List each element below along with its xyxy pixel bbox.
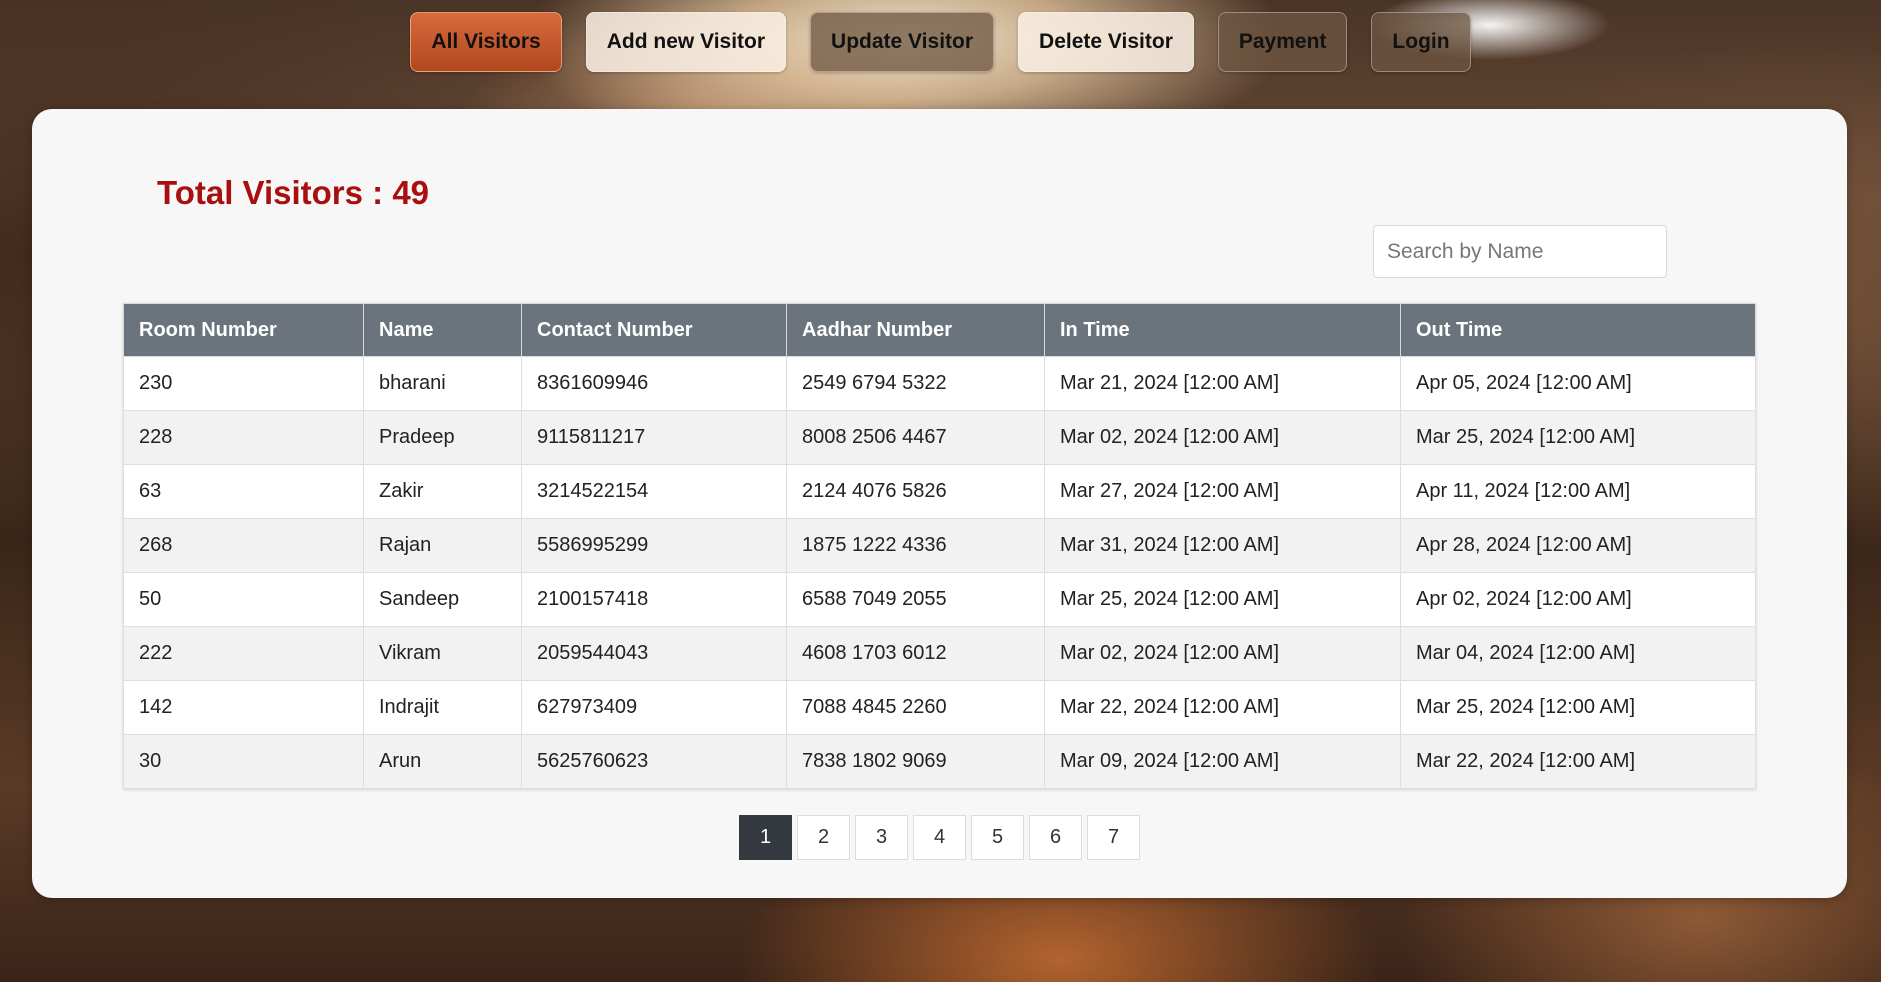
top-nav: All Visitors Add new Visitor Update Visi… xyxy=(0,12,1881,72)
table-body: 230 bharani 8361609946 2549 6794 5322 Mar 21… xyxy=(123,356,1756,789)
page-button-1[interactable]: 1 xyxy=(739,815,792,860)
out-time-cell: Mar 25, 2024 [12:00 AM] xyxy=(1400,410,1756,465)
table-header-row: Room Number Name Contact Number Aadhar N… xyxy=(123,303,1756,357)
name-cell: bharani xyxy=(363,356,522,411)
visitors-table: Room Number Name Contact Number Aadhar N… xyxy=(123,303,1756,789)
page-button-6[interactable]: 6 xyxy=(1029,815,1082,860)
contact-number-cell: 8361609946 xyxy=(521,356,787,411)
name-cell: Zakir xyxy=(363,464,522,519)
contact-number-cell: 9115811217 xyxy=(521,410,787,465)
in-time-cell: Mar 22, 2024 [12:00 AM] xyxy=(1044,680,1401,735)
name-cell: Indrajit xyxy=(363,680,522,735)
column-header-name[interactable]: Name xyxy=(363,303,522,357)
nav-update-visitor-button[interactable]: Update Visitor xyxy=(810,12,995,72)
nav-delete-visitor-button[interactable]: Delete Visitor xyxy=(1018,12,1194,72)
search-by-name-input[interactable] xyxy=(1373,225,1667,278)
out-time-cell: Apr 28, 2024 [12:00 AM] xyxy=(1400,518,1756,573)
in-time-cell: Mar 02, 2024 [12:00 AM] xyxy=(1044,626,1401,681)
column-header-out-time[interactable]: Out Time xyxy=(1400,303,1756,357)
room-number-cell: 222 xyxy=(123,626,364,681)
out-time-cell: Apr 05, 2024 [12:00 AM] xyxy=(1400,356,1756,411)
table-row[interactable]: 228 Pradeep 9115811217 8008 2506 4467 Mar 02… xyxy=(123,410,1756,465)
nav-add-visitor-button[interactable]: Add new Visitor xyxy=(585,12,787,72)
table-row[interactable]: 30 Arun 5625760623 7838 1802 9069 Mar 09, 20… xyxy=(123,734,1756,789)
table-row[interactable]: 222 Vikram 2059544043 4608 1703 6012 Mar 02,… xyxy=(123,626,1756,681)
aadhar-number-cell: 7838 1802 9069 xyxy=(786,734,1045,789)
in-time-cell: Mar 09, 2024 [12:00 AM] xyxy=(1044,734,1401,789)
nav-payment-button[interactable]: Payment xyxy=(1217,12,1348,72)
contact-number-cell: 2100157418 xyxy=(521,572,787,627)
page-button-7[interactable]: 7 xyxy=(1087,815,1140,860)
aadhar-number-cell: 6588 7049 2055 xyxy=(786,572,1045,627)
column-header-room-number[interactable]: Room Number xyxy=(123,303,364,357)
room-number-cell: 142 xyxy=(123,680,364,735)
room-number-cell: 268 xyxy=(123,518,364,573)
page-button-2[interactable]: 2 xyxy=(797,815,850,860)
pagination: 1234567 xyxy=(32,815,1847,860)
page-button-5[interactable]: 5 xyxy=(971,815,1024,860)
in-time-cell: Mar 25, 2024 [12:00 AM] xyxy=(1044,572,1401,627)
column-header-aadhar-number[interactable]: Aadhar Number xyxy=(786,303,1045,357)
aadhar-number-cell: 2549 6794 5322 xyxy=(786,356,1045,411)
name-cell: Arun xyxy=(363,734,522,789)
table-row[interactable]: 142 Indrajit 627973409 7088 4845 2260 Mar 22… xyxy=(123,680,1756,735)
out-time-cell: Mar 04, 2024 [12:00 AM] xyxy=(1400,626,1756,681)
aadhar-number-cell: 2124 4076 5826 xyxy=(786,464,1045,519)
contact-number-cell: 5586995299 xyxy=(521,518,787,573)
table-row[interactable]: 63 Zakir 3214522154 2124 4076 5826 Mar 27, 2… xyxy=(123,464,1756,519)
in-time-cell: Mar 31, 2024 [12:00 AM] xyxy=(1044,518,1401,573)
name-cell: Vikram xyxy=(363,626,522,681)
table-row[interactable]: 268 Rajan 5586995299 1875 1222 4336 Mar 31, … xyxy=(123,518,1756,573)
out-time-cell: Mar 22, 2024 [12:00 AM] xyxy=(1400,734,1756,789)
room-number-cell: 230 xyxy=(123,356,364,411)
out-time-cell: Apr 02, 2024 [12:00 AM] xyxy=(1400,572,1756,627)
aadhar-number-cell: 7088 4845 2260 xyxy=(786,680,1045,735)
room-number-cell: 50 xyxy=(123,572,364,627)
name-cell: Pradeep xyxy=(363,410,522,465)
aadhar-number-cell: 4608 1703 6012 xyxy=(786,626,1045,681)
contact-number-cell: 2059544043 xyxy=(521,626,787,681)
aadhar-number-cell: 1875 1222 4336 xyxy=(786,518,1045,573)
page-button-4[interactable]: 4 xyxy=(913,815,966,860)
out-time-cell: Apr 11, 2024 [12:00 AM] xyxy=(1400,464,1756,519)
in-time-cell: Mar 02, 2024 [12:00 AM] xyxy=(1044,410,1401,465)
visitors-card: Total Visitors : 49 Room Number Name Con… xyxy=(32,109,1847,898)
in-time-cell: Mar 21, 2024 [12:00 AM] xyxy=(1044,356,1401,411)
page-button-3[interactable]: 3 xyxy=(855,815,908,860)
table-row[interactable]: 50 Sandeep 2100157418 6588 7049 2055 Mar 25,… xyxy=(123,572,1756,627)
total-visitors-heading: Total Visitors : 49 xyxy=(157,174,430,211)
out-time-cell: Mar 25, 2024 [12:00 AM] xyxy=(1400,680,1756,735)
nav-all-visitors-button[interactable]: All Visitors xyxy=(410,12,562,72)
in-time-cell: Mar 27, 2024 [12:00 AM] xyxy=(1044,464,1401,519)
contact-number-cell: 5625760623 xyxy=(521,734,787,789)
aadhar-number-cell: 8008 2506 4467 xyxy=(786,410,1045,465)
room-number-cell: 63 xyxy=(123,464,364,519)
room-number-cell: 30 xyxy=(123,734,364,789)
name-cell: Rajan xyxy=(363,518,522,573)
contact-number-cell: 3214522154 xyxy=(521,464,787,519)
nav-login-button[interactable]: Login xyxy=(1371,12,1471,72)
column-header-in-time[interactable]: In Time xyxy=(1044,303,1401,357)
room-number-cell: 228 xyxy=(123,410,364,465)
column-header-contact-number[interactable]: Contact Number xyxy=(521,303,787,357)
name-cell: Sandeep xyxy=(363,572,522,627)
table-row[interactable]: 230 bharani 8361609946 2549 6794 5322 Mar 21… xyxy=(123,356,1756,411)
contact-number-cell: 627973409 xyxy=(521,680,787,735)
